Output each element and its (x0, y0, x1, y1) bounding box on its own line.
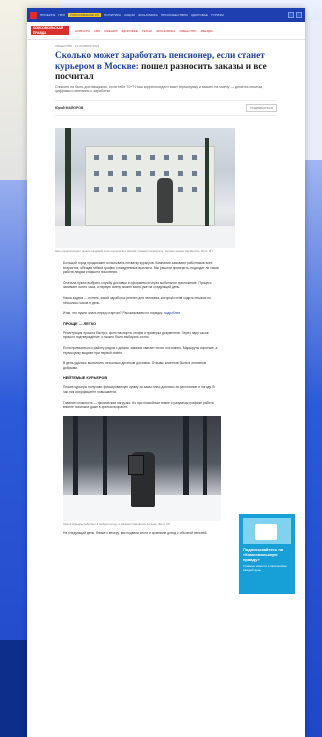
top-nav-bar: ПРОЕКТЫ ПРО ГОЛОСОВАНИЕ КП ПОЛИТИКА АКЦИ… (27, 8, 305, 22)
paragraph: Главная сложность — физическая нагрузка.… (63, 400, 214, 410)
top-nav-item[interactable]: ПРОИСШЕСТВИЯ (161, 13, 188, 17)
paragraph: Наша задача — понять, какой заработок ре… (63, 296, 211, 305)
top-nav-highlight[interactable]: ГОЛОСОВАНИЕ КП (68, 13, 101, 17)
paragraph-text: Итак, что нужно знать перед стартом? Рас… (63, 311, 163, 316)
site-logo[interactable]: КОМСОМОЛЬСКАЯ ПРАВДА (31, 26, 69, 35)
delivery-bag (128, 454, 144, 475)
tree-shape (205, 137, 209, 228)
ad-title: Подписывайтесь на «Комсомольскую правду» (243, 547, 283, 562)
article-photo[interactable] (63, 415, 221, 521)
tree-shape (65, 127, 71, 228)
article-lead: Спокоен ли быть доставщиком, если тебе 7… (55, 84, 264, 94)
paragraph: Если привязаться к району рядом с домом,… (63, 346, 218, 355)
search-icon[interactable] (288, 12, 294, 18)
ad-banner[interactable]: Подписывайтесь на «Комсомольскую правду»… (239, 514, 295, 594)
tree-shape (73, 415, 78, 501)
top-nav-item[interactable]: АКЦИИ (124, 13, 135, 17)
paragraph: На следующий день, ближе к вечеру, мы по… (63, 531, 208, 536)
tree-shape (103, 415, 107, 496)
section-link[interactable]: ЭКОНОМИКА (156, 29, 175, 33)
section-heading: ПРОЩЕ — ЛЕГКО (63, 321, 97, 326)
courier-figure (128, 451, 155, 507)
author-name[interactable]: Юрий МАЙОРОВ (55, 106, 83, 110)
paragraph: В день удалось выполнить несколько десят… (63, 361, 207, 370)
top-nav-item[interactable]: ТУРИЗМ (211, 13, 224, 17)
article-page: ПРОЕКТЫ ПРО ГОЛОСОВАНИЕ КП ПОЛИТИКА АКЦИ… (27, 8, 305, 737)
section-link[interactable]: СВО (94, 29, 100, 33)
section-link[interactable]: ТЕХНО (142, 29, 152, 33)
top-nav-item[interactable]: ПРО (58, 13, 65, 17)
section-heading: НЕЙТЕМЫЕ КУРЬЕРОВ (63, 376, 108, 381)
paragraph: Регистрация прошла быстро: фото паспорта… (63, 330, 209, 340)
top-nav-item[interactable]: ПОЛИТИКА (104, 13, 121, 17)
top-nav-item[interactable]: ЭКОНОМИКА (138, 13, 158, 17)
article-photo[interactable] (55, 127, 235, 248)
article-body: Большой город продолжает испытывать нехв… (27, 253, 247, 410)
breadcrumb[interactable]: ОБЩЕСТВО · 12 НОЯБРЯ 2024 (27, 40, 305, 50)
tree-shape (183, 415, 189, 501)
brand-bar: КОМСОМОЛЬСКАЯ ПРАВДА НОВОСТИ СВО МНЕНИЯ … (27, 22, 305, 40)
ad-image (243, 518, 291, 544)
logo-line: ПРАВДА (33, 30, 47, 35)
courier-figure (157, 177, 173, 223)
paragraph: Итак, что нужно знать перед стартом? Рас… (63, 311, 219, 316)
paragraph: Сначала нужно выбрать службу доставки и … (63, 280, 212, 290)
section-link[interactable]: ЗВЕЗДЫ (200, 29, 212, 33)
section-link[interactable]: НОВОСТИ (75, 29, 90, 33)
paragraph: Пешие курьеры получают фиксированную сум… (63, 385, 215, 394)
top-nav-item[interactable]: ПРОЕКТЫ (40, 13, 55, 17)
section-link[interactable]: МНЕНИЯ (104, 29, 117, 33)
section-link[interactable]: ОБЩЕСТВО (179, 29, 196, 33)
paragraph: Большой город продолжает испытывать нехв… (63, 261, 219, 275)
article-body: На следующий день, ближе к вечеру, мы по… (27, 526, 247, 536)
user-icon[interactable] (296, 12, 302, 18)
ad-subtitle: Главные новости и эксклюзивы каждый день (243, 564, 287, 572)
section-link[interactable]: ЗДОРОВЬЕ (121, 29, 137, 33)
tree-shape (203, 415, 207, 498)
article-title: Сколько может заработать пенсионер, если… (27, 50, 305, 82)
section-nav: НОВОСТИ СВО МНЕНИЯ ЗДОРОВЬЕ ТЕХНО ЭКОНОМ… (75, 29, 213, 33)
building-illustration (85, 145, 215, 226)
background-shape (0, 640, 30, 737)
author-row: Юрий МАЙОРОВ ПОДПИСАТЬСЯ (55, 99, 277, 116)
snow-ground (55, 225, 235, 248)
menu-icon[interactable] (30, 11, 37, 19)
subscribe-button[interactable]: ПОДПИСАТЬСЯ (246, 103, 277, 112)
top-nav-item[interactable]: ЗДОРОВЬЕ (191, 13, 208, 17)
inline-link[interactable]: подробнее (164, 311, 181, 315)
